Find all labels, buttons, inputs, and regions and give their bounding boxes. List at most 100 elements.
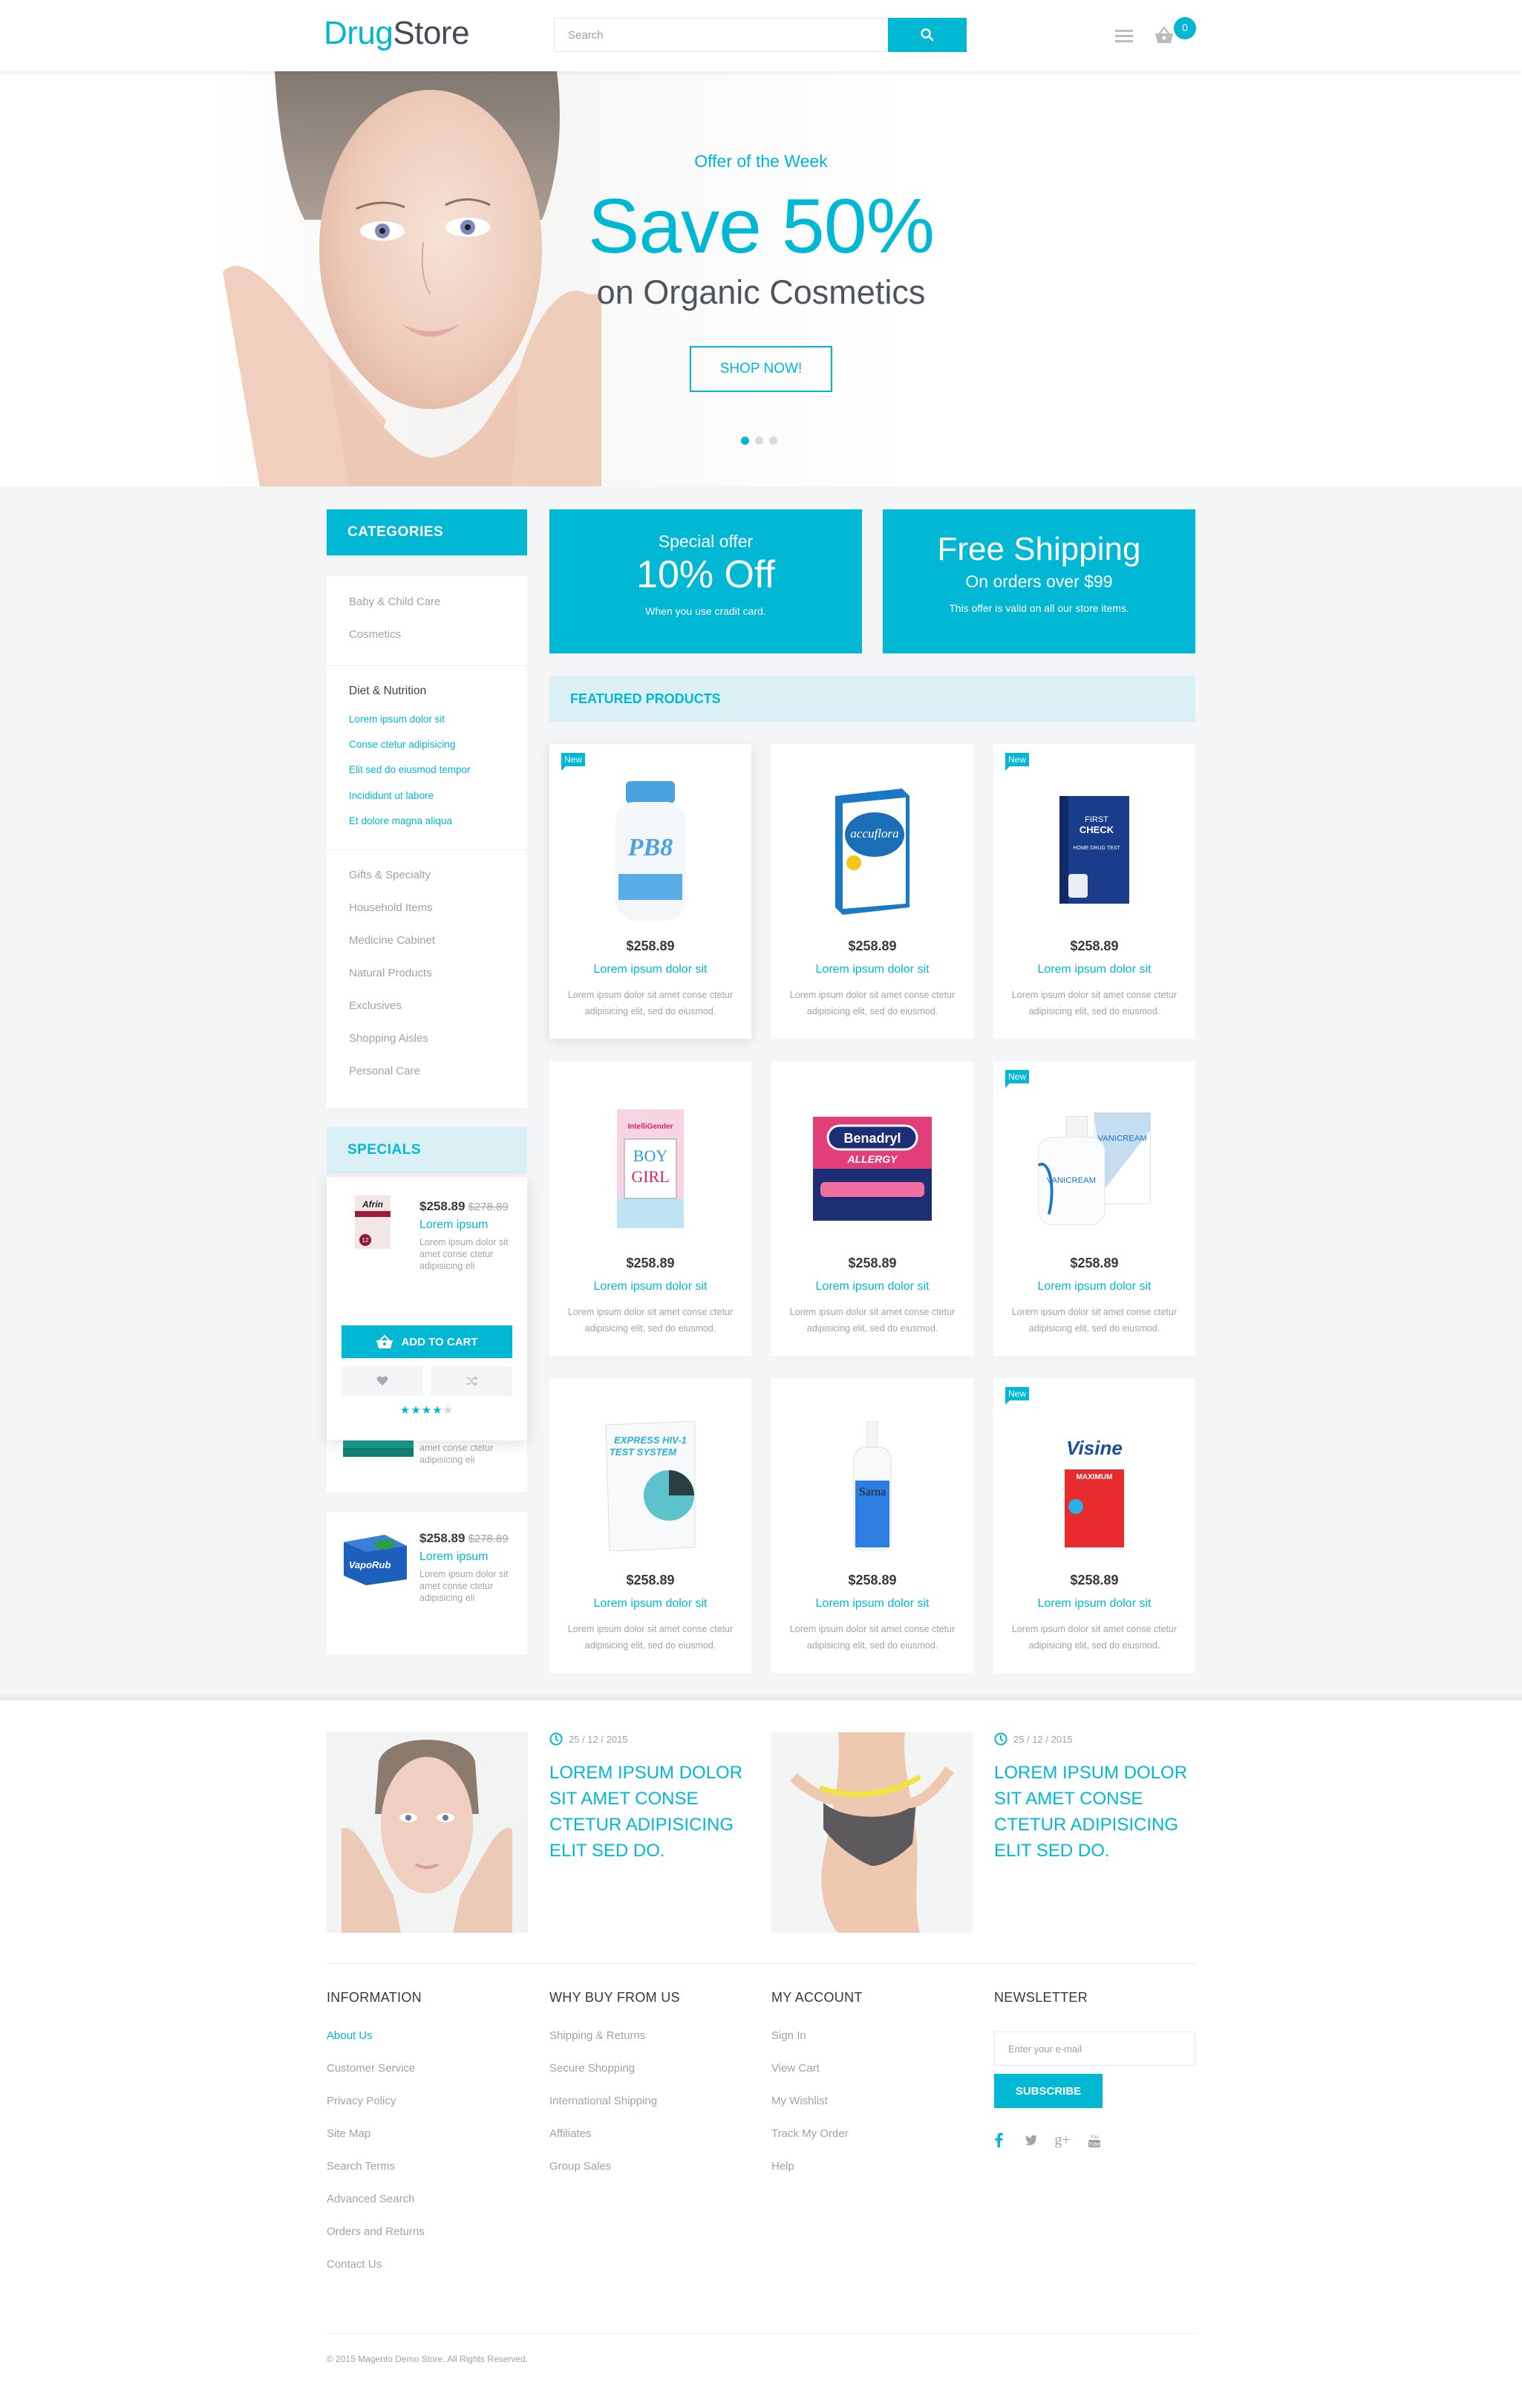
special-name[interactable]: Lorem ipsum <box>419 1218 488 1232</box>
category-personal-care[interactable]: Personal Care <box>349 1065 420 1077</box>
product-price: $258.89 <box>848 939 897 953</box>
category-diet-nutrition[interactable]: Diet & Nutrition <box>349 685 426 698</box>
product-card[interactable]: New VANICREAM VANICREAM $258.89 Lorem ipsum … <box>993 1061 1195 1356</box>
category-medicine-cabinet[interactable]: Medicine Cabinet <box>349 934 435 947</box>
product-name-link[interactable]: Lorem ipsum dolor sit <box>771 1597 973 1611</box>
slide-dot-1[interactable] <box>741 437 749 445</box>
special-offer-banner[interactable]: Special offer 10% Off When you use cradi… <box>549 509 862 653</box>
product-name-link[interactable]: Lorem ipsum dolor sit <box>993 1280 1195 1293</box>
subscribe-button[interactable]: SUBSCRIBE <box>994 2074 1103 2108</box>
product-card[interactable]: Benadryl ALLERGY $258.89 Lorem ipsum dolor … <box>771 1061 973 1356</box>
youtube-icon[interactable]: You Tube <box>1085 2131 1103 2149</box>
footer-link[interactable]: Orders and Returns <box>327 2225 425 2238</box>
offer-label: On orders over $99 <box>965 572 1113 591</box>
footer-link[interactable]: Shipping & Returns <box>549 2029 645 2042</box>
subcategory-link[interactable]: Lorem ipsum dolor sit <box>349 714 445 725</box>
category-exclusives[interactable]: Exclusives <box>349 999 402 1012</box>
special-item-hovered[interactable]: Afrin 12 $258.89 $278.89 Lorem ipsum Lorem… <box>327 1177 527 1440</box>
subcategory-link[interactable]: Conse ctetur adipisicing <box>349 739 455 750</box>
product-card[interactable]: Sarna $258.89 Lorem ipsum dolor sit Lorem i… <box>771 1378 973 1673</box>
wishlist-button[interactable] <box>342 1366 423 1396</box>
category-household-items[interactable]: Household Items <box>349 901 433 914</box>
product-card[interactable]: IntelliGender BOY GIRL $258.89 Lorem ipsum d… <box>549 1061 751 1356</box>
facebook-icon[interactable] <box>990 2131 1007 2149</box>
product-description: Lorem ipsum dolor sit amet conse ctetur … <box>1011 990 1178 1017</box>
footer-link[interactable]: Group Sales <box>549 2160 611 2173</box>
footer-link[interactable]: Affiliates <box>549 2127 591 2140</box>
product-image[interactable]: Benadryl ALLERGY <box>813 1091 932 1247</box>
product-name-link[interactable]: Lorem ipsum dolor sit <box>993 963 1195 976</box>
add-to-cart-label: ADD TO CART <box>401 1335 478 1348</box>
blog-title[interactable]: LOREM IPSUM DOLOR SIT AMET CONSE CTETUR … <box>994 1760 1195 1864</box>
special-item[interactable]: VapoRub $258.89 $278.89 Lorem ipsum Lorem… <box>327 1512 527 1654</box>
menu-icon[interactable] <box>1115 30 1133 43</box>
footer-link[interactable]: Help <box>771 2160 794 2173</box>
product-name-link[interactable]: Lorem ipsum dolor sit <box>771 1280 973 1293</box>
product-name-link[interactable]: Lorem ipsum dolor sit <box>549 1597 751 1611</box>
footer-link[interactable]: Site Map <box>327 2127 370 2140</box>
product-name-link[interactable]: Lorem ipsum dolor sit <box>549 1280 751 1293</box>
search-button[interactable] <box>888 18 967 52</box>
subcategory-link[interactable]: Elit sed do eiusmod tempor <box>349 764 471 775</box>
product-name-link[interactable]: Lorem ipsum dolor sit <box>549 963 751 976</box>
product-image[interactable]: Sarna <box>813 1408 932 1564</box>
add-to-cart-button[interactable]: ADD TO CART <box>342 1325 512 1358</box>
footer-link[interactable]: Track My Order <box>771 2127 849 2140</box>
product-image[interactable]: PB8 <box>591 774 710 930</box>
footer-link[interactable]: About Us <box>327 2029 373 2042</box>
offer-label: Special offer <box>658 532 754 551</box>
category-baby-child-care[interactable]: Baby & Child Care <box>349 596 440 608</box>
product-image[interactable]: Visine MAXIMUM <box>1035 1408 1154 1564</box>
product-card[interactable]: New Visine MAXIMUM $258.89 Lorem ipsum dolor… <box>993 1378 1195 1673</box>
special-name[interactable]: Lorem ipsum <box>419 1550 488 1564</box>
product-card[interactable]: New PB8 $258.89 Lorem ipsum dolor sit Lorem … <box>549 744 751 1039</box>
product-name-link[interactable]: Lorem ipsum dolor sit <box>771 963 973 976</box>
footer-link[interactable]: My Wishlist <box>771 2095 828 2107</box>
footer-link[interactable]: Sign In <box>771 2029 806 2042</box>
product-image[interactable]: EXPRESS HIV-1 TEST SYSTEM <box>591 1408 710 1564</box>
compare-button[interactable] <box>431 1366 512 1396</box>
footer-link[interactable]: International Shipping <box>549 2095 657 2107</box>
cart-button[interactable] <box>1154 25 1175 45</box>
slide-dot-2[interactable] <box>755 437 763 445</box>
blog-image[interactable] <box>771 1732 973 1933</box>
offer-note: This offer is valid on all our store ite… <box>949 602 1129 614</box>
search-input[interactable] <box>555 19 881 51</box>
newsletter-email-input[interactable] <box>994 2032 1195 2066</box>
blog-date: 25 / 12 / 2015 <box>549 1732 628 1746</box>
product-card[interactable]: EXPRESS HIV-1 TEST SYSTEM $258.89 Lorem ips… <box>549 1378 751 1673</box>
blog-title[interactable]: LOREM IPSUM DOLOR SIT AMET CONSE CTETUR … <box>549 1760 750 1864</box>
product-name-link[interactable]: Lorem ipsum dolor sit <box>993 1597 1195 1611</box>
category-natural-products[interactable]: Natural Products <box>349 967 432 979</box>
footer-link[interactable]: Advanced Search <box>327 2193 414 2205</box>
special-price: $258.89 $278.89 <box>419 1531 509 1546</box>
product-image[interactable]: accuflora <box>813 774 932 930</box>
footer-link[interactable]: Search Terms <box>327 2160 395 2173</box>
footer-link[interactable]: View Cart <box>771 2062 820 2075</box>
footer-link[interactable]: Secure Shopping <box>549 2062 635 2075</box>
logo[interactable]: DrugStore <box>324 15 470 52</box>
slide-dot-3[interactable] <box>769 437 777 445</box>
footer-link[interactable]: Contact Us <box>327 2258 382 2271</box>
product-card[interactable]: accuflora $258.89 Lorem ipsum dolor sit Lor… <box>771 744 973 1039</box>
category-shopping-aisles[interactable]: Shopping Aisles <box>349 1032 428 1045</box>
svg-text:VANICREAM: VANICREAM <box>1098 1134 1147 1143</box>
blog-image[interactable] <box>327 1732 528 1933</box>
svg-text:You: You <box>1090 2135 1099 2140</box>
footer-link[interactable]: Customer Service <box>327 2062 415 2075</box>
google-plus-icon[interactable]: g+ <box>1054 2131 1071 2149</box>
product-image[interactable]: FIRST CHECK HOME DRUG TEST <box>1035 774 1154 930</box>
twitter-icon[interactable] <box>1022 2131 1039 2149</box>
product-image[interactable]: IntelliGender BOY GIRL <box>591 1091 710 1247</box>
shop-now-button[interactable]: SHOP NOW! <box>690 346 832 392</box>
subcategory-link[interactable]: Et dolore magna aliqua <box>349 815 452 826</box>
category-gifts-specialty[interactable]: Gifts & Specialty <box>349 869 431 881</box>
product-image[interactable]: VANICREAM VANICREAM <box>1035 1091 1154 1247</box>
category-cosmetics[interactable]: Cosmetics <box>349 628 401 641</box>
free-shipping-banner[interactable]: Free Shipping On orders over $99 This of… <box>883 509 1195 653</box>
product-card[interactable]: New FIRST CHECK HOME DRUG TEST $258.89 Lorem … <box>993 744 1195 1039</box>
product-image: VapoRub <box>344 1535 407 1585</box>
footer-link[interactable]: Privacy Policy <box>327 2095 396 2107</box>
subcategory-link[interactable]: Incididunt ut labore <box>349 790 434 801</box>
site-header: DrugStore 0 <box>0 0 1522 71</box>
